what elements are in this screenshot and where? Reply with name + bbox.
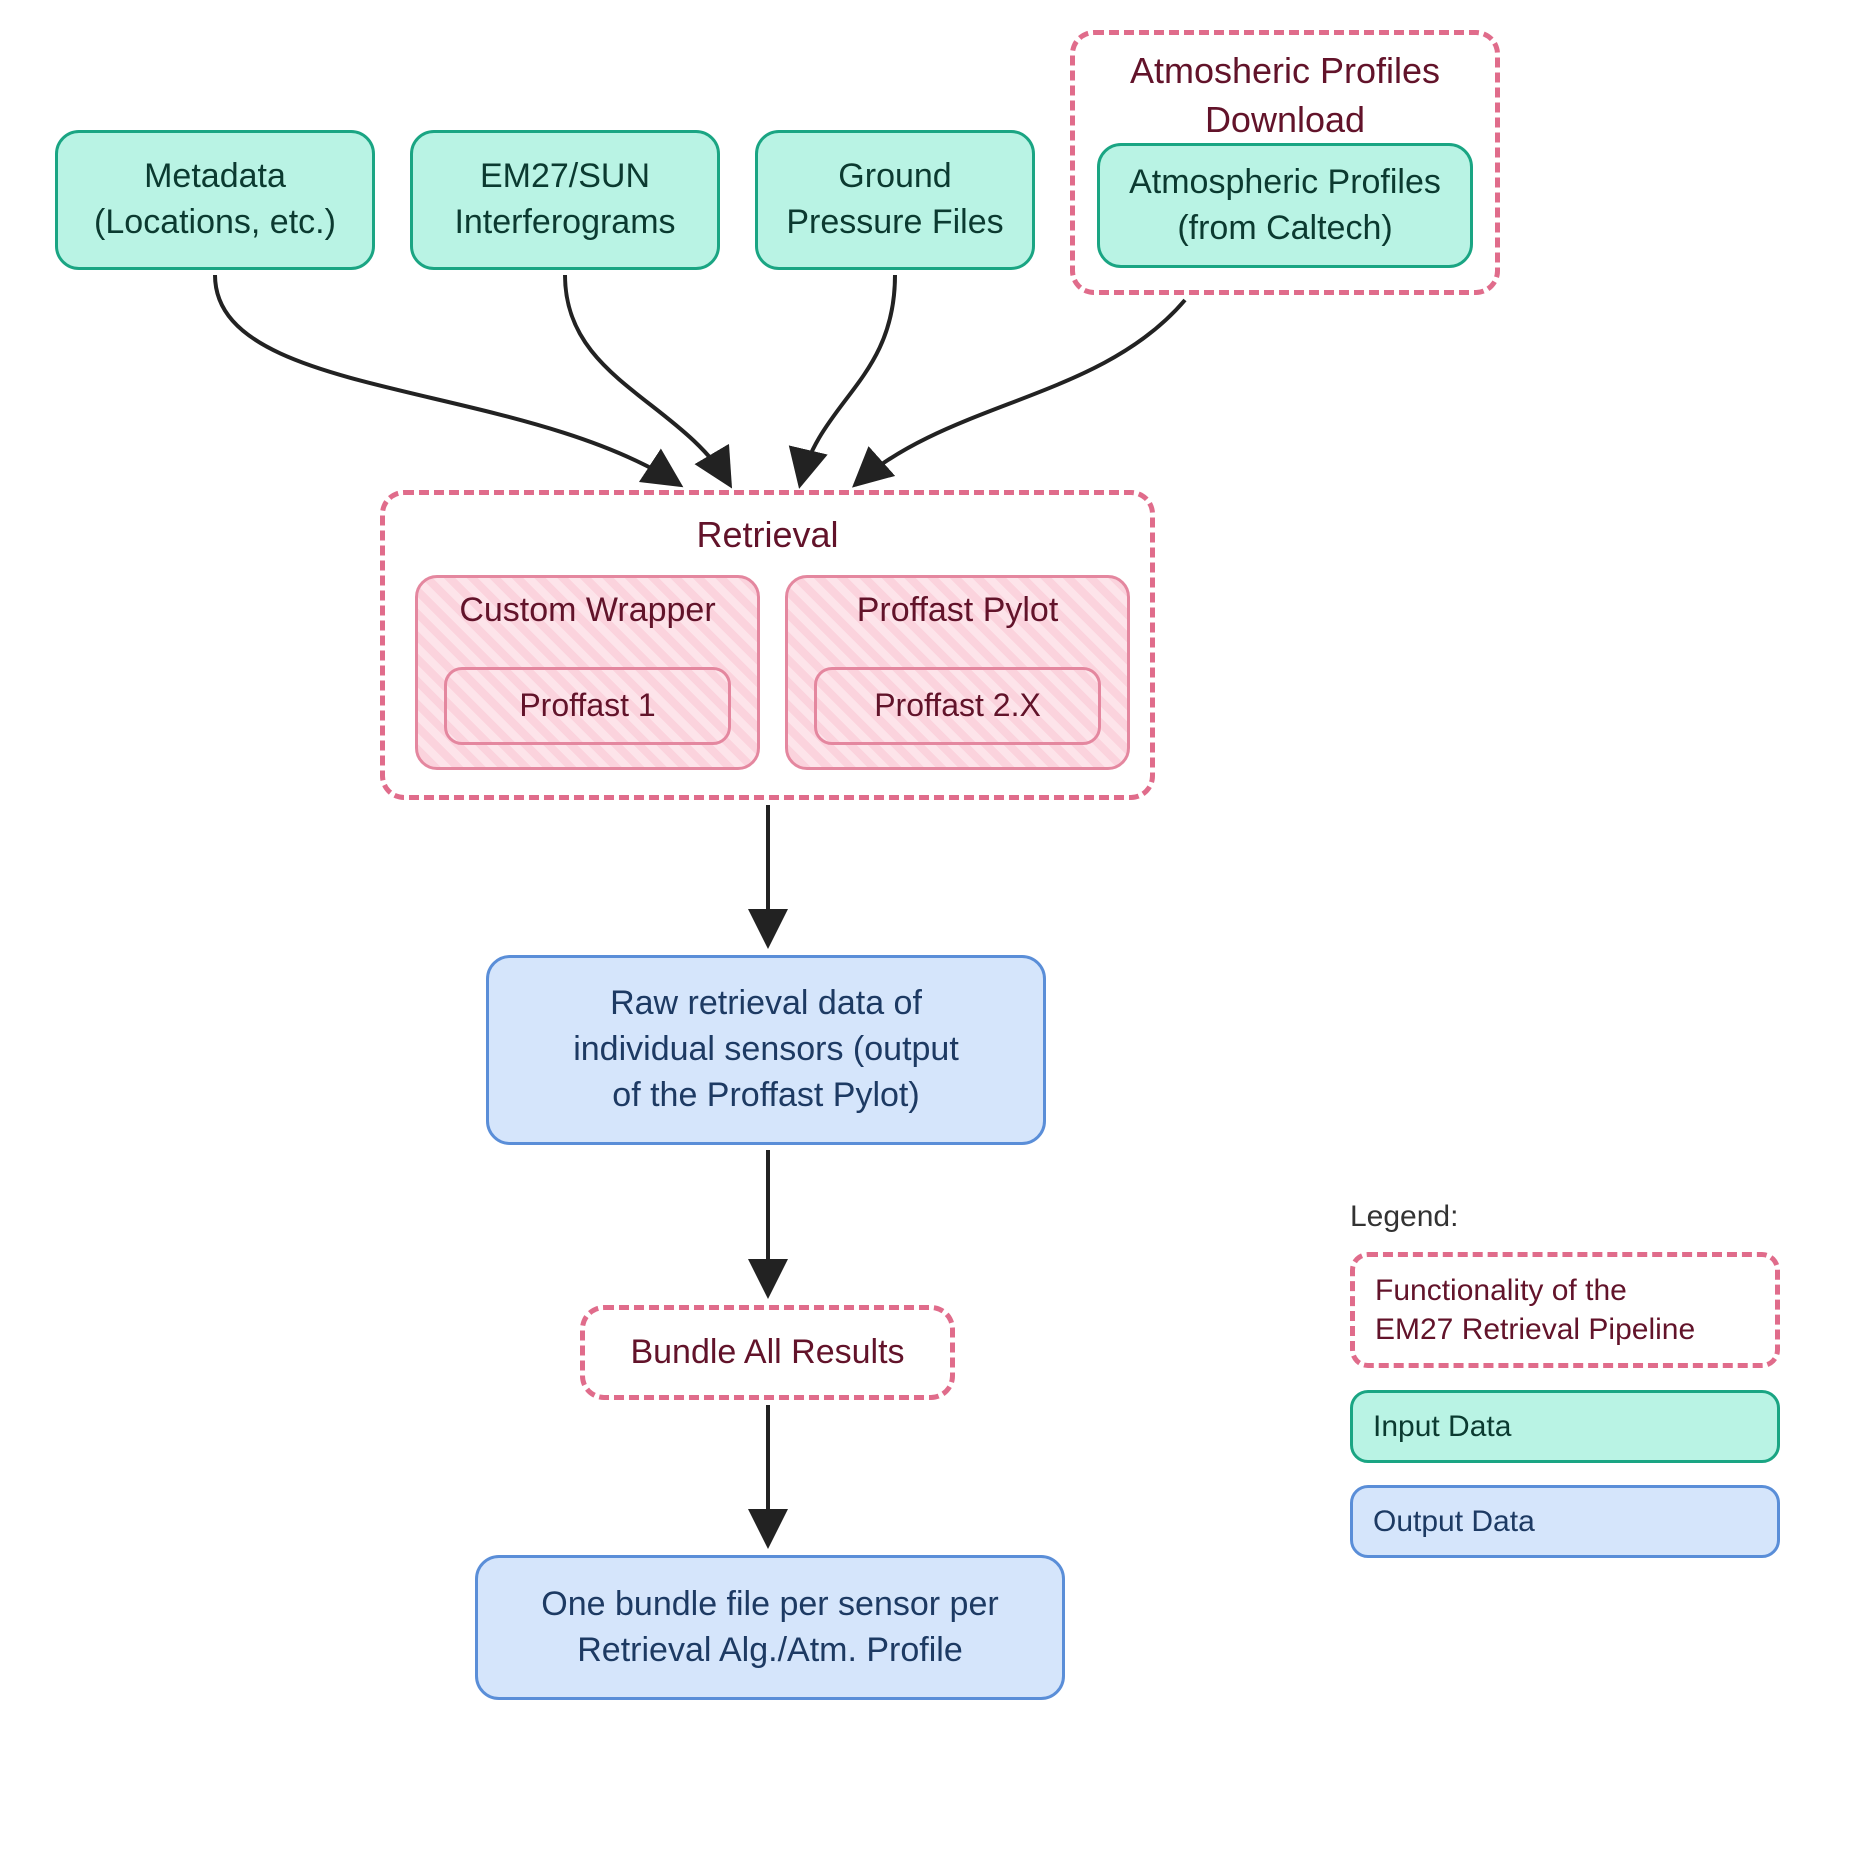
node-bundle-file-label: One bundle file per sensor perRetrieval … <box>541 1582 998 1674</box>
legend: Legend: Functionality of theEM27 Retriev… <box>1350 1200 1780 1580</box>
legend-output: Output Data <box>1350 1485 1780 1558</box>
node-interferograms: EM27/SUNInterferograms <box>410 130 720 270</box>
legend-input-label: Input Data <box>1373 1410 1511 1443</box>
diagram-canvas: Metadata(Locations, etc.) EM27/SUNInterf… <box>0 0 1849 1854</box>
node-atm-profiles-label: Atmospheric Profiles(from Caltech) <box>1129 160 1441 252</box>
node-retrieval-title: Retrieval <box>385 511 1150 560</box>
legend-output-label: Output Data <box>1373 1505 1535 1538</box>
node-interferograms-label: EM27/SUNInterferograms <box>454 154 675 246</box>
node-proffast2x-label: Proffast 2.X <box>874 684 1041 727</box>
node-custom-wrapper-label: Custom Wrapper <box>418 588 757 634</box>
node-atm-download: Atmosheric ProfilesDownload Atmospheric … <box>1070 30 1500 295</box>
node-proffast1-label: Proffast 1 <box>519 684 655 727</box>
node-raw-retrieval: Raw retrieval data ofindividual sensors … <box>486 955 1046 1145</box>
node-retrieval: Retrieval Custom Wrapper Proffast 1 Prof… <box>380 490 1155 800</box>
arrow-atm-profiles-retrieval <box>855 300 1185 485</box>
arrow-metadata-retrieval <box>215 275 680 485</box>
node-bundle-file: One bundle file per sensor perRetrieval … <box>475 1555 1065 1700</box>
node-atm-download-title: Atmosheric ProfilesDownload <box>1075 47 1495 144</box>
node-proffast2x: Proffast 2.X <box>814 667 1101 745</box>
node-ground-pressure-label: GroundPressure Files <box>786 154 1003 246</box>
node-custom-wrapper: Custom Wrapper Proffast 1 <box>415 575 760 770</box>
node-proffast1: Proffast 1 <box>444 667 731 745</box>
node-raw-retrieval-label: Raw retrieval data ofindividual sensors … <box>573 981 959 1119</box>
node-bundle-all: Bundle All Results <box>580 1305 955 1400</box>
node-proffast-pylot: Proffast Pylot Proffast 2.X <box>785 575 1130 770</box>
legend-pipeline: Functionality of theEM27 Retrieval Pipel… <box>1350 1252 1780 1368</box>
node-metadata: Metadata(Locations, etc.) <box>55 130 375 270</box>
legend-input: Input Data <box>1350 1390 1780 1463</box>
legend-pipeline-label: Functionality of theEM27 Retrieval Pipel… <box>1375 1274 1695 1346</box>
node-atm-profiles: Atmospheric Profiles(from Caltech) <box>1097 143 1473 268</box>
arrow-interferograms-retrieval <box>565 275 730 485</box>
arrow-ground-pressure-retrieval <box>800 275 895 485</box>
legend-title: Legend: <box>1350 1200 1780 1234</box>
node-proffast-pylot-label: Proffast Pylot <box>788 588 1127 634</box>
node-ground-pressure: GroundPressure Files <box>755 130 1035 270</box>
node-bundle-all-label: Bundle All Results <box>630 1330 904 1376</box>
node-metadata-label: Metadata(Locations, etc.) <box>94 154 336 246</box>
